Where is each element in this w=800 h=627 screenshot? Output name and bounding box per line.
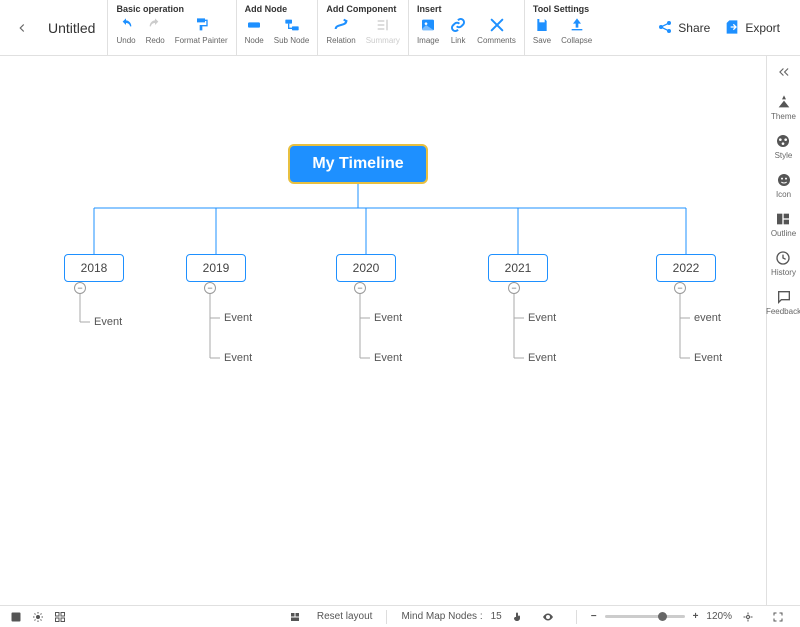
link-button[interactable]: Link [449,16,467,45]
event-lines [0,56,766,605]
image-icon [419,16,437,34]
toolbar-right: Share Export [657,0,792,56]
history-button[interactable]: History [771,250,796,277]
export-button[interactable]: Export [724,19,780,38]
reset-layout-button[interactable]: Reset layout [317,611,373,622]
back-button[interactable] [8,0,36,56]
group-basic-label: Basic operation [116,4,227,14]
status-bar: Reset layout Mind Map Nodes : 15 − + 120… [0,605,800,627]
collapse-icon [568,16,586,34]
group-tools-label: Tool Settings [533,4,592,14]
save-icon [533,16,551,34]
collapse-toggle[interactable]: − [508,282,520,294]
document-title[interactable]: Untitled [36,0,107,56]
zoom-slider[interactable] [605,615,685,618]
nodes-count: 15 [491,611,502,622]
event-node[interactable]: Event [224,352,252,364]
group-tool-settings: Tool Settings Save Collapse [524,0,600,56]
sidebar-collapse-icon[interactable] [774,62,794,82]
year-node-2022[interactable]: 2022 [656,254,716,282]
layout-icon[interactable] [8,609,24,625]
undo-icon [117,16,135,34]
share-icon [657,19,673,38]
export-icon [724,19,740,38]
grid-icon[interactable] [52,609,68,625]
toolbar: Untitled Basic operation Undo Redo Forma… [0,0,800,56]
year-node-2020[interactable]: 2020 [336,254,396,282]
collapse-toggle[interactable]: − [74,282,86,294]
outline-button[interactable]: Outline [771,211,796,238]
group-addnode-label: Add Node [245,4,310,14]
node-icon [245,16,263,34]
link-icon [449,16,467,34]
nodes-label: Mind Map Nodes : [401,611,482,622]
year-node-2018[interactable]: 2018 [64,254,124,282]
collapse-toggle[interactable]: − [204,282,216,294]
hand-icon[interactable] [510,609,526,625]
year-node-2019[interactable]: 2019 [186,254,246,282]
event-node[interactable]: Event [528,352,556,364]
event-node[interactable]: Event [94,316,122,328]
comments-icon [488,16,506,34]
undo-button[interactable]: Undo [116,16,135,45]
relation-button[interactable]: Relation [326,16,355,45]
collapse-toggle[interactable]: − [674,282,686,294]
collapse-toggle[interactable]: − [354,282,366,294]
redo-icon [146,16,164,34]
format-painter-button[interactable]: Format Painter [175,16,228,45]
subnode-icon [283,16,301,34]
fullscreen-icon[interactable] [770,609,786,625]
zoom-in-button[interactable]: + [693,611,699,622]
export-label: Export [745,21,780,35]
group-add-component: Add Component Relation Summary [317,0,408,56]
node-button[interactable]: Node [245,16,264,45]
redo-button[interactable]: Redo [146,16,165,45]
collapse-button[interactable]: Collapse [561,16,592,45]
relation-icon [332,16,350,34]
right-sidebar: Theme Style Icon Outline History Feedbac… [766,56,800,605]
group-basic: Basic operation Undo Redo Format Painter [107,0,235,56]
zoom-level: 120% [706,611,732,622]
zoom-out-button[interactable]: − [591,611,597,622]
connector-lines [0,56,766,605]
image-button[interactable]: Image [417,16,439,45]
theme-button[interactable]: Theme [771,94,796,121]
icon-button[interactable]: Icon [776,172,792,199]
share-button[interactable]: Share [657,19,710,38]
summary-button[interactable]: Summary [366,16,400,45]
event-node[interactable]: Event [694,352,722,364]
save-button[interactable]: Save [533,16,551,45]
event-node[interactable]: Event [528,312,556,324]
summary-icon [374,16,392,34]
share-label: Share [678,21,710,35]
subnode-button[interactable]: Sub Node [274,16,310,45]
brightness-icon[interactable] [30,609,46,625]
canvas[interactable]: My Timeline 2018 − Event 2019 − Event Ev… [0,56,766,605]
event-node[interactable]: Event [374,352,402,364]
fit-icon[interactable] [740,609,756,625]
eye-icon[interactable] [540,609,556,625]
reset-layout-icon[interactable] [287,609,303,625]
event-node[interactable]: Event [374,312,402,324]
group-add-node: Add Node Node Sub Node [236,0,318,56]
event-node[interactable]: event [694,312,721,324]
event-node[interactable]: Event [224,312,252,324]
group-addcomp-label: Add Component [326,4,400,14]
feedback-button[interactable]: Feedback [766,289,800,316]
year-node-2021[interactable]: 2021 [488,254,548,282]
group-insert-label: Insert [417,4,516,14]
root-node[interactable]: My Timeline [288,144,428,184]
comments-button[interactable]: Comments [477,16,516,45]
format-painter-icon [192,16,210,34]
style-button[interactable]: Style [775,133,793,160]
group-insert: Insert Image Link Comments [408,0,524,56]
